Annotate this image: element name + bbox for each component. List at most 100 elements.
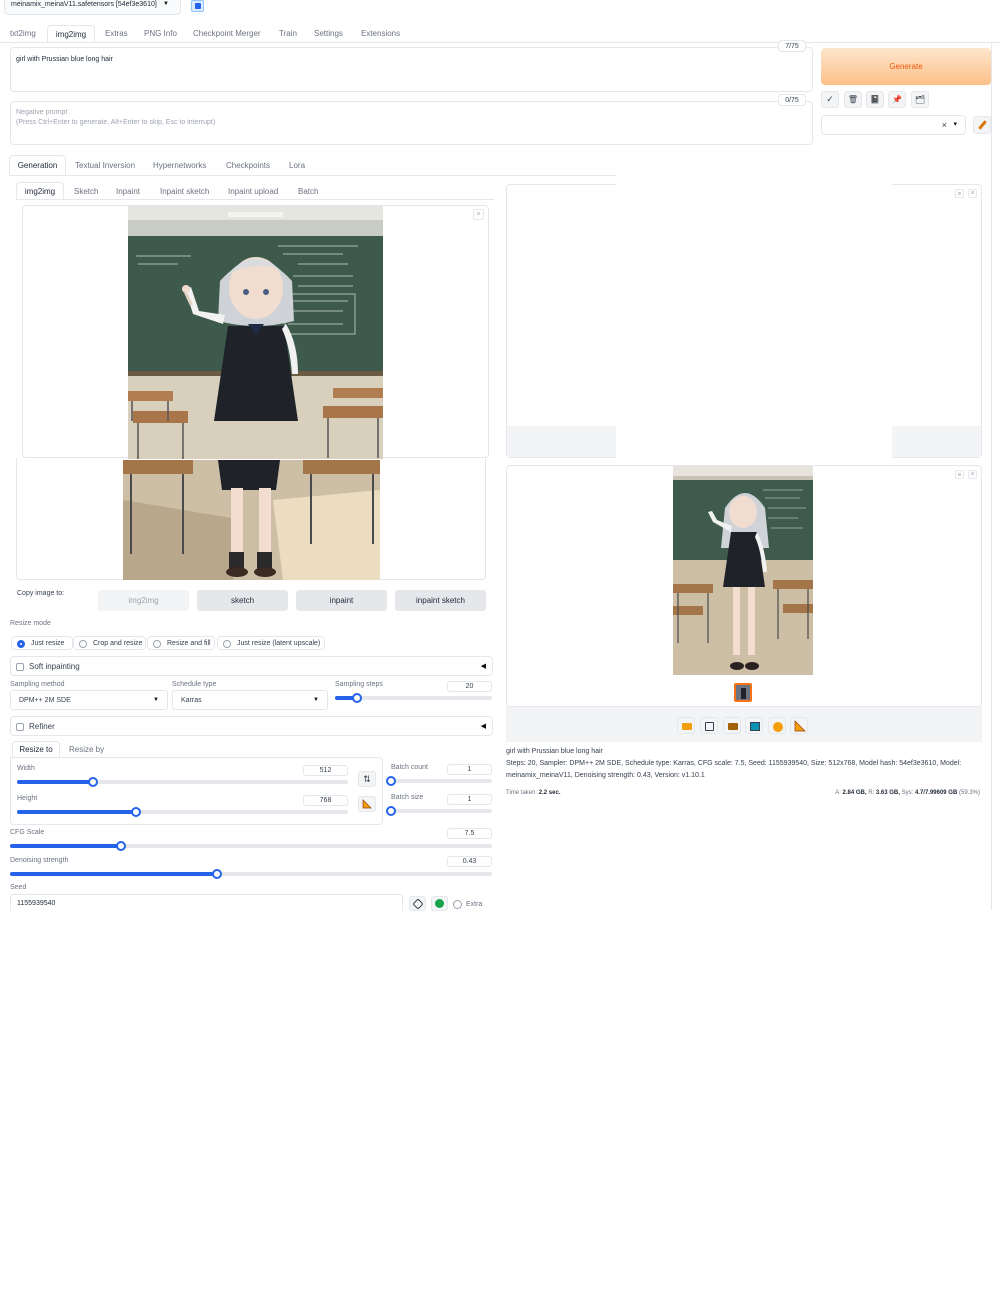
tab-train[interactable]: Train xyxy=(279,29,297,38)
copy-to-img2img-button[interactable]: img2img xyxy=(98,590,189,611)
extra-networks-button[interactable]: 🗂 xyxy=(911,91,929,108)
tab-checkpoint-merger[interactable]: Checkpoint Merger xyxy=(193,29,261,38)
resize-mode-resize-and-fill[interactable]: Resize and fill xyxy=(147,636,215,650)
tab-inpaint-upload[interactable]: Inpaint upload xyxy=(228,187,278,196)
tab-img2img[interactable]: img2img xyxy=(47,25,95,43)
sampling-method-dropdown[interactable]: DPM++ 2M SDE ▼ xyxy=(10,690,168,710)
soft-inpainting-checkbox[interactable] xyxy=(16,663,24,671)
tab-sketch[interactable]: Sketch xyxy=(74,187,98,196)
tab-extras[interactable]: Extras xyxy=(105,29,128,38)
send-to-inpaint-button[interactable] xyxy=(768,717,786,734)
output-image[interactable] xyxy=(673,466,813,675)
width-slider[interactable] xyxy=(17,777,348,787)
copy-to-sketch-button[interactable]: sketch xyxy=(197,590,288,611)
slider-thumb[interactable] xyxy=(351,693,362,703)
open-folder-button[interactable] xyxy=(677,717,695,734)
read-params-button[interactable]: 📓 xyxy=(866,91,884,108)
copy-to-inpaint-sketch-button[interactable]: inpaint sketch xyxy=(395,590,486,611)
tab-checkpoints[interactable]: Checkpoints xyxy=(226,161,270,170)
slider-thumb[interactable] xyxy=(115,841,126,851)
schedule-type-dropdown[interactable]: Karras ▼ xyxy=(172,690,328,710)
batch-count-slider[interactable] xyxy=(386,776,492,786)
copy-to-inpaint-button[interactable]: inpaint xyxy=(296,590,387,611)
tab-settings[interactable]: Settings xyxy=(314,29,343,38)
tab-img2img-input[interactable]: img2img xyxy=(16,182,64,200)
output-thumbnail[interactable] xyxy=(734,683,752,702)
clear-icon[interactable]: × xyxy=(942,120,947,130)
cfg-scale-slider[interactable] xyxy=(10,841,492,851)
refiner-accordion[interactable]: Refiner ◀ xyxy=(10,716,493,736)
download-output-button[interactable] xyxy=(955,470,964,479)
tab-textual-inversion[interactable]: Textual Inversion xyxy=(75,161,135,170)
refresh-checkpoint-button[interactable] xyxy=(191,0,204,12)
close-image-button[interactable]: × xyxy=(473,209,484,220)
tab-png-info[interactable]: PNG Info xyxy=(144,29,177,38)
sampling-steps-value: 20 xyxy=(465,683,474,690)
slider-thumb[interactable] xyxy=(386,776,396,786)
zip-button[interactable] xyxy=(723,717,741,734)
save-button[interactable] xyxy=(700,717,718,734)
time-taken-label: Time taken: xyxy=(506,790,538,796)
batch-count-input[interactable]: 1 xyxy=(447,764,492,775)
extra-checkbox[interactable] xyxy=(453,900,462,909)
sampling-steps-input[interactable]: 20 xyxy=(447,681,492,692)
batch-size-slider[interactable] xyxy=(386,806,492,816)
clear-prompt-button[interactable]: 🗑 xyxy=(844,91,862,108)
prompt-textarea[interactable]: girl with Prussian blue long hair xyxy=(10,47,813,92)
tab-batch[interactable]: Batch xyxy=(298,187,318,196)
denoising-input[interactable]: 0.43 xyxy=(447,856,492,867)
swap-dimensions-button[interactable]: ⇅ xyxy=(358,771,376,787)
batch-size-input[interactable]: 1 xyxy=(447,794,492,805)
resize-tabs: Resize to Resize by xyxy=(0,741,400,758)
sampling-steps-slider[interactable] xyxy=(335,693,492,703)
styles-dropdown[interactable]: × ▾ xyxy=(821,115,966,135)
tab-inpaint[interactable]: Inpaint xyxy=(116,187,140,196)
height-input[interactable]: 768 xyxy=(303,795,348,806)
tab-generation[interactable]: Generation xyxy=(9,155,66,175)
tab-extensions[interactable]: Extensions xyxy=(361,29,400,38)
soft-inpainting-accordion[interactable]: Soft inpainting ◀ xyxy=(10,656,493,676)
width-label: Width xyxy=(17,765,35,772)
tab-txt2img[interactable]: txt2img xyxy=(10,29,36,38)
radio-icon xyxy=(79,640,87,648)
tab-inpaint-sketch[interactable]: Inpaint sketch xyxy=(160,187,209,196)
close-icon: × xyxy=(476,211,481,218)
download-preview-button[interactable] xyxy=(955,189,964,198)
tab-hypernetworks[interactable]: Hypernetworks xyxy=(153,161,206,170)
random-seed-button[interactable] xyxy=(409,896,426,911)
apply-style-button[interactable]: ✓ xyxy=(821,91,839,108)
edit-styles-button[interactable] xyxy=(973,116,991,134)
auto-size-button[interactable] xyxy=(358,796,376,812)
resize-mode-option-label: Crop and resize xyxy=(93,640,143,647)
pin-button[interactable]: 📌 xyxy=(888,91,906,108)
denoising-slider[interactable] xyxy=(10,869,492,879)
resize-mode-crop-and-resize[interactable]: Crop and resize xyxy=(73,636,146,650)
slider-fill xyxy=(10,872,218,876)
sampling-steps-label: Sampling steps xyxy=(335,681,383,688)
send-to-extras-button[interactable] xyxy=(790,717,808,734)
close-preview-button[interactable]: × xyxy=(968,189,977,198)
height-slider[interactable] xyxy=(17,807,348,817)
generate-button[interactable]: Generate xyxy=(821,48,991,85)
vram-sys: 4.7/7.99609 GB xyxy=(914,790,958,796)
close-output-button[interactable]: × xyxy=(968,470,977,479)
resize-mode-latent-upscale[interactable]: Just resize (latent upscale) xyxy=(217,636,325,650)
tab-resize-to[interactable]: Resize to xyxy=(12,741,60,758)
radio-icon xyxy=(223,640,231,648)
slider-thumb[interactable] xyxy=(386,806,396,816)
slider-thumb[interactable] xyxy=(212,869,223,879)
checkpoint-value: meinamix_meinaV11.safetensors [54ef3e361… xyxy=(11,1,157,8)
checkpoint-dropdown[interactable]: meinamix_meinaV11.safetensors [54ef3e361… xyxy=(4,0,181,15)
schedule-type-value: Karras xyxy=(181,697,202,704)
tab-resize-by[interactable]: Resize by xyxy=(69,745,104,754)
seed-input[interactable]: 1155939540 xyxy=(10,894,403,911)
negative-prompt-textarea[interactable]: Negative prompt (Press Ctrl+Enter to gen… xyxy=(10,101,813,145)
resize-mode-just-resize[interactable]: Just resize xyxy=(11,636,73,650)
reuse-seed-button[interactable] xyxy=(431,896,448,911)
width-input[interactable]: 512 xyxy=(303,765,348,776)
input-image xyxy=(128,206,383,459)
send-to-img2img-button[interactable] xyxy=(745,717,763,734)
tab-lora[interactable]: Lora xyxy=(289,161,305,170)
refiner-checkbox[interactable] xyxy=(16,723,24,731)
cfg-scale-input[interactable]: 7.5 xyxy=(447,828,492,839)
